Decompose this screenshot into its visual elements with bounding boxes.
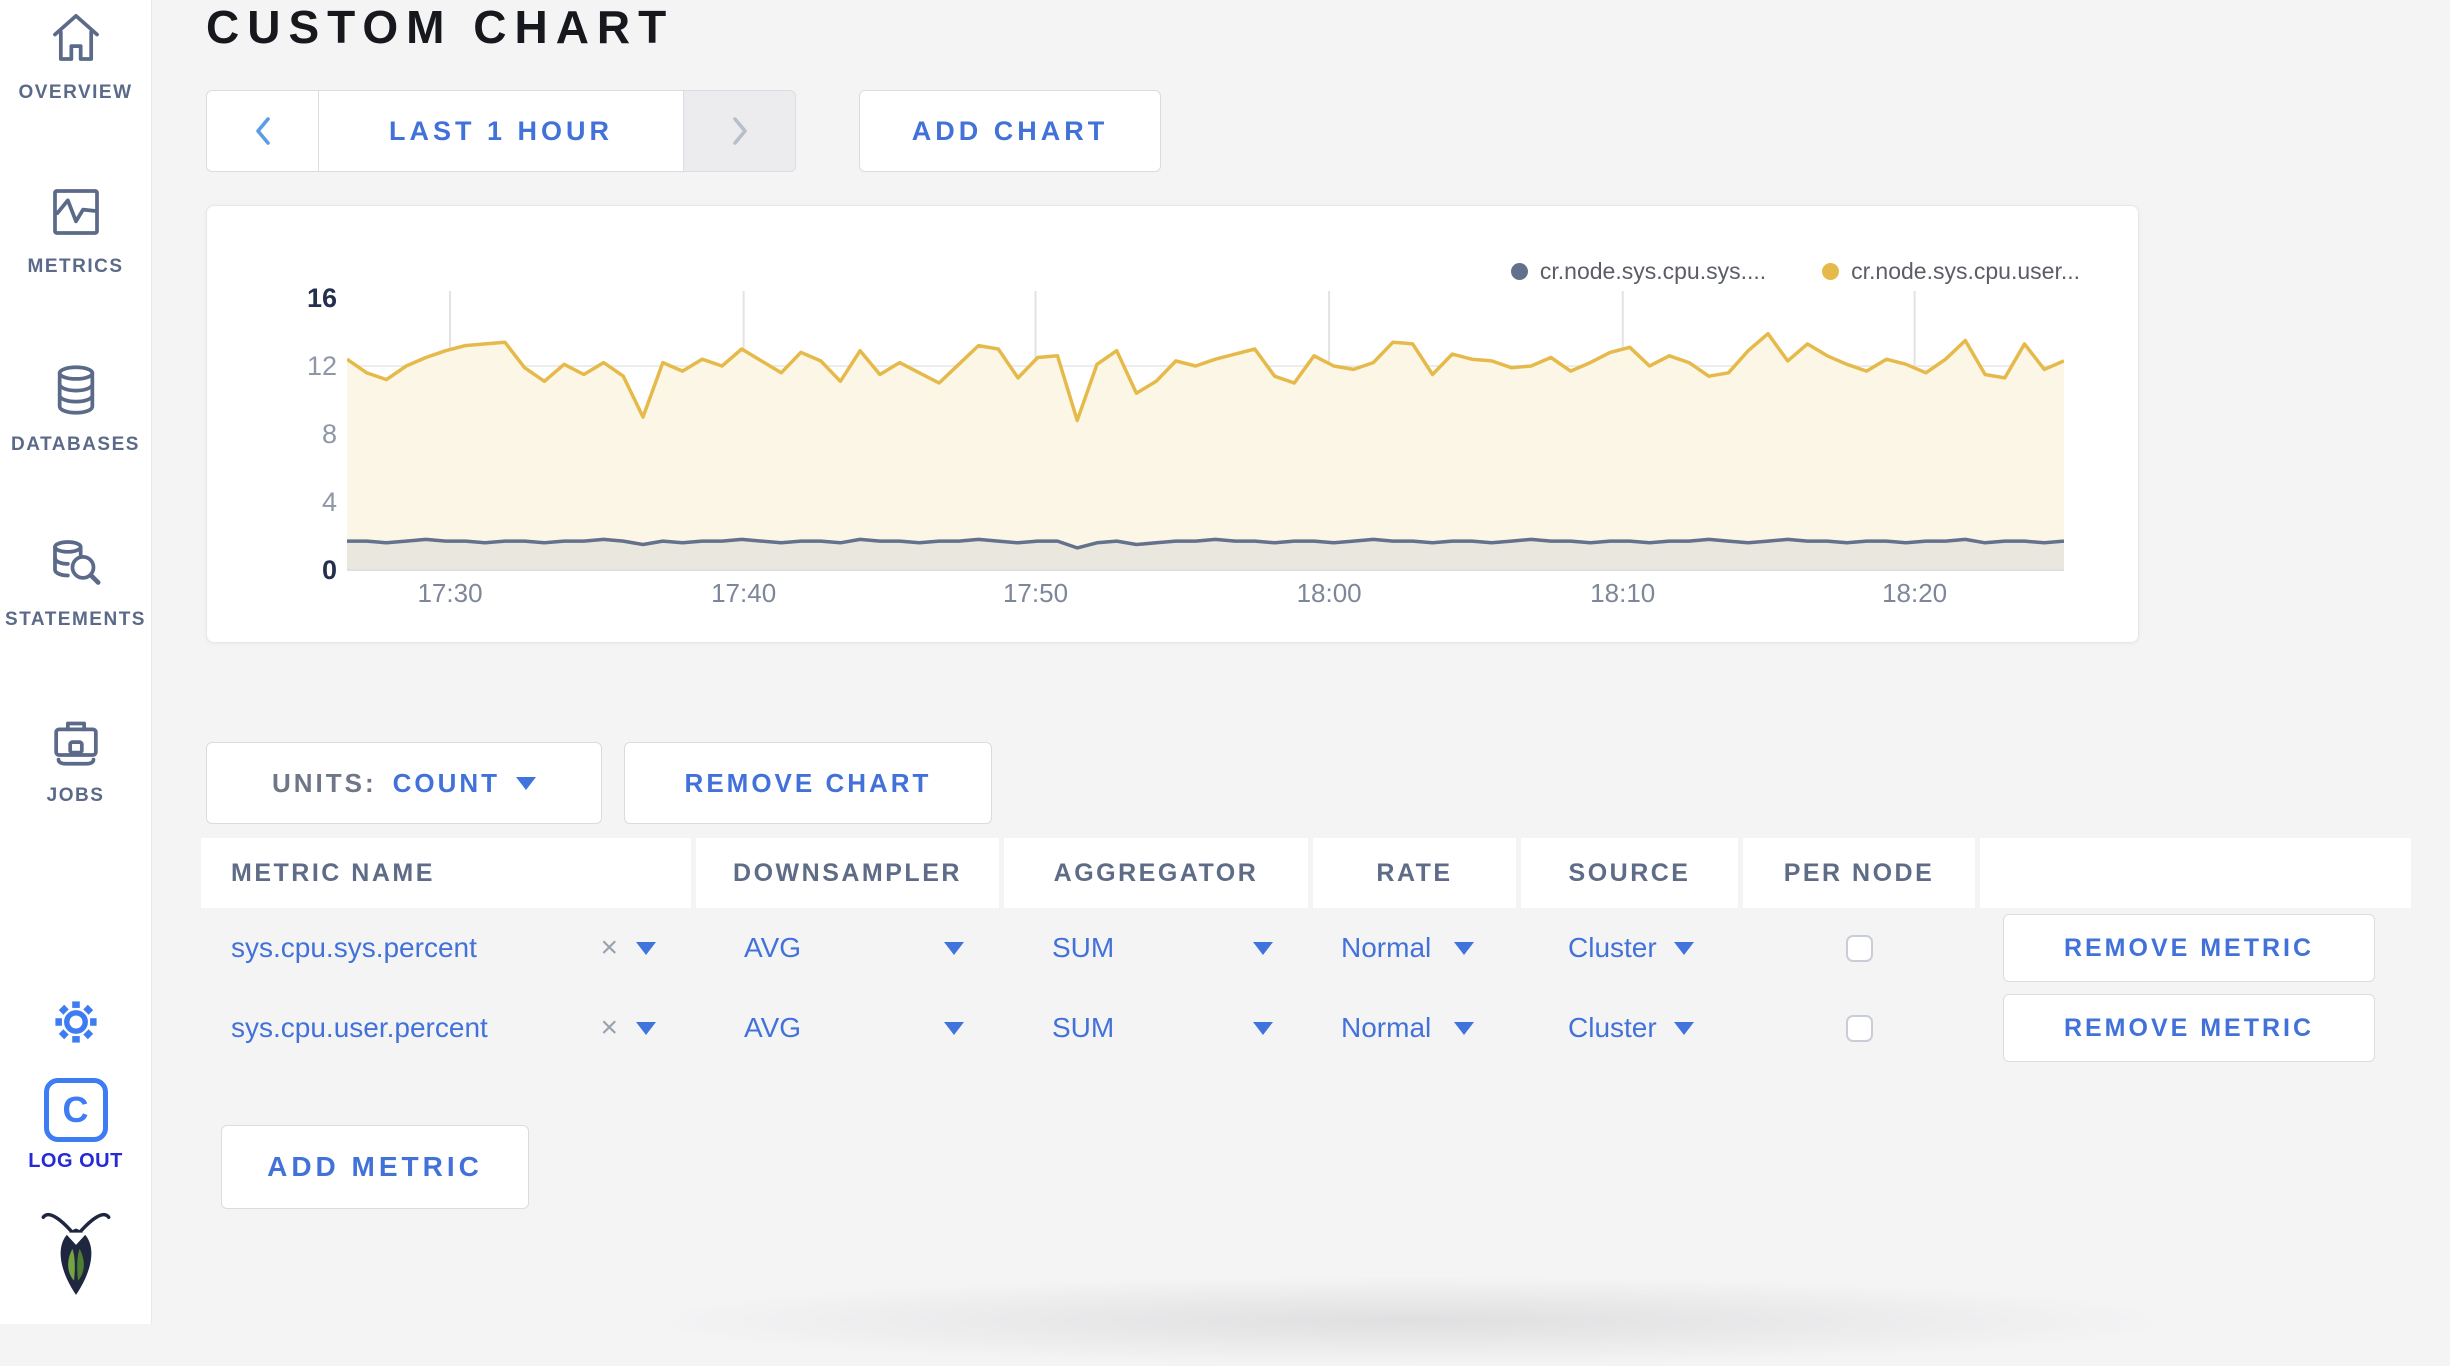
source-select[interactable]: Cluster [1521, 908, 1738, 988]
y-axis-tick: 0 [321, 555, 337, 585]
sidebar-item-statements[interactable]: STATEMENTS [0, 537, 151, 631]
y-axis-tick: 16 [306, 283, 337, 313]
x-axis-tick: 17:50 [1002, 578, 1069, 608]
legend-dot-icon [1822, 263, 1840, 280]
cockroach-bug-logo [0, 1206, 151, 1295]
column-header-metric-name: METRIC NAME [201, 838, 691, 908]
time-range-value[interactable]: LAST 1 HOUR [319, 91, 683, 171]
sidebar-item-label: STATEMENTS [5, 609, 146, 630]
clear-icon[interactable]: × [600, 1011, 618, 1045]
main-content: CUSTOM CHART LAST 1 HOUR ADD CHART cr.no… [153, 0, 2450, 1366]
chart-legend: cr.node.sys.cpu.sys.... cr.node.sys.cpu.… [1510, 258, 2080, 285]
remove-metric-button[interactable]: REMOVE METRIC [2003, 994, 2375, 1062]
chevron-down-icon[interactable] [636, 1021, 656, 1035]
units-value: COUNT [392, 767, 501, 798]
chevron-down-icon [944, 1021, 964, 1035]
add-chart-button[interactable]: ADD CHART [859, 90, 1161, 172]
time-range-next-button[interactable] [683, 91, 795, 171]
column-header-downsampler: DOWNSAMPLER [696, 838, 999, 908]
x-axis-tick: 17:30 [417, 578, 483, 608]
sidebar-item-label: JOBS [46, 785, 105, 806]
sidebar-item-settings[interactable] [0, 996, 151, 1054]
sidebar-item-databases[interactable]: DATABASES [0, 362, 151, 456]
column-header-aggregator: AGGREGATOR [1004, 838, 1308, 908]
source-select[interactable]: Cluster [1521, 988, 1738, 1068]
chevron-down-icon [1674, 1021, 1694, 1035]
remove-chart-button[interactable]: REMOVE CHART [624, 742, 992, 824]
cockroach-bug-icon [0, 1206, 151, 1295]
timeseries-plot [347, 291, 2064, 571]
time-range-picker: LAST 1 HOUR [206, 90, 796, 172]
clear-icon[interactable]: × [600, 931, 618, 965]
per-node-cell [1743, 908, 1975, 988]
sidebar-item-overview[interactable]: OVERVIEW [0, 10, 151, 104]
rate-select[interactable]: Normal [1313, 908, 1516, 988]
y-axis-tick: 8 [321, 419, 337, 449]
x-axis-tick: 18:10 [1590, 578, 1656, 608]
sidebar-item-logout[interactable]: C LOG OUT [0, 1078, 151, 1173]
actions-cell: REMOVE METRIC [1980, 908, 2411, 988]
logout-label: LOG OUT [28, 1150, 123, 1172]
y-axis-tick: 4 [321, 487, 337, 517]
chevron-left-icon [255, 117, 270, 145]
legend-item-sys[interactable]: cr.node.sys.cpu.sys.... [1510, 258, 1766, 285]
chevron-down-icon [1454, 1021, 1474, 1035]
downsampler-select[interactable]: AVG [696, 988, 999, 1068]
controls-row: LAST 1 HOUR ADD CHART [206, 90, 1161, 172]
downsampler-select[interactable]: AVG [696, 908, 999, 988]
remove-metric-button[interactable]: REMOVE METRIC [2003, 914, 2375, 982]
per-node-checkbox[interactable] [1845, 934, 1873, 962]
units-dropdown[interactable]: UNITS: COUNT [206, 742, 602, 824]
sidebar-item-jobs[interactable]: JOBS [0, 713, 151, 807]
chevron-down-icon [1454, 941, 1474, 955]
chevron-down-icon [944, 941, 964, 955]
rate-select[interactable]: Normal [1313, 988, 1516, 1068]
statements-icon [0, 537, 151, 595]
column-header-actions [1980, 838, 2411, 908]
home-icon [0, 10, 151, 68]
chevron-down-icon [516, 776, 537, 790]
sidebar: OVERVIEW METRICS DATABASES STATEMENTS JO… [0, 0, 152, 1324]
chevron-right-icon [732, 117, 747, 145]
column-header-source: SOURCE [1521, 838, 1738, 908]
page-title: CUSTOM CHART [206, 1, 675, 53]
metrics-table: METRIC NAME DOWNSAMPLER AGGREGATOR RATE … [201, 838, 2411, 1068]
legend-item-user[interactable]: cr.node.sys.cpu.user... [1822, 258, 2080, 285]
time-range-prev-button[interactable] [207, 91, 319, 171]
per-node-checkbox[interactable] [1845, 1014, 1873, 1042]
chevron-down-icon [1253, 1021, 1273, 1035]
databases-icon [0, 362, 151, 420]
x-axis-tick: 18:00 [1296, 578, 1362, 608]
column-header-rate: RATE [1313, 838, 1516, 908]
sidebar-item-label: OVERVIEW [18, 82, 133, 103]
x-axis-tick: 17:40 [711, 578, 777, 608]
chevron-down-icon [1674, 941, 1694, 955]
actions-cell: REMOVE METRIC [1980, 988, 2411, 1068]
page-bottom-shadow [633, 1276, 2190, 1366]
jobs-icon [0, 713, 151, 771]
add-metric-button[interactable]: ADD METRIC [221, 1125, 529, 1209]
cockroach-c-logo-icon: C [43, 1078, 108, 1142]
table-row-metric-select[interactable]: sys.cpu.sys.percent × [201, 908, 691, 988]
chevron-down-icon[interactable] [636, 941, 656, 955]
aggregator-select[interactable]: SUM [1004, 908, 1308, 988]
chart-card: cr.node.sys.cpu.sys.... cr.node.sys.cpu.… [206, 205, 2139, 643]
sidebar-item-metrics[interactable]: METRICS [0, 184, 151, 278]
metrics-icon [0, 184, 151, 242]
per-node-cell [1743, 988, 1975, 1068]
sidebar-item-label: DATABASES [11, 434, 140, 455]
x-axis-tick: 18:20 [1882, 578, 1948, 608]
gear-icon [0, 996, 151, 1054]
table-row-metric-select[interactable]: sys.cpu.user.percent × [201, 988, 691, 1068]
y-axis-tick: 12 [306, 351, 337, 381]
legend-dot-icon [1510, 263, 1528, 280]
sidebar-item-label: METRICS [27, 256, 124, 277]
chart-options-row: UNITS: COUNT REMOVE CHART [206, 742, 992, 824]
aggregator-select[interactable]: SUM [1004, 988, 1308, 1068]
chevron-down-icon [1253, 941, 1273, 955]
units-label: UNITS: [271, 767, 377, 798]
column-header-per-node: PER NODE [1743, 838, 1975, 908]
